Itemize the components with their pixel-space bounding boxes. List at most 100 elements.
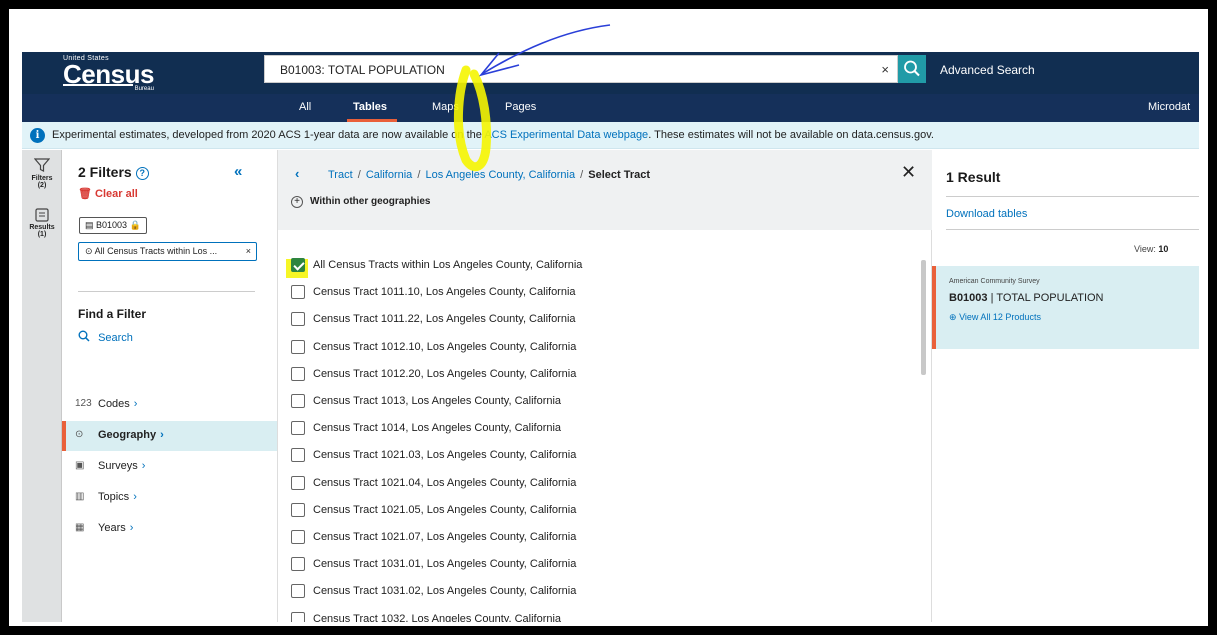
results-divider (946, 229, 1199, 230)
breadcrumb-la-county[interactable]: Los Angeles County, California (425, 169, 575, 181)
tract-row[interactable]: Census Tract 1032, Los Angeles County, C… (291, 606, 911, 622)
search-button[interactable] (898, 55, 926, 83)
filter-item-surveys-label: Surveys (98, 460, 138, 472)
breadcrumb-sep: / (354, 169, 364, 181)
scrollbar[interactable] (921, 260, 926, 375)
within-other-geographies[interactable]: + Within other geographies (291, 196, 430, 208)
filter-item-topics[interactable]: ▥ Topics › (62, 483, 277, 513)
rail-results[interactable]: Results (1) (22, 208, 62, 238)
filter-item-codes-label-wrap: Codes › (98, 398, 137, 410)
tab-all[interactable]: All (299, 101, 311, 113)
tab-pages[interactable]: Pages (505, 101, 536, 113)
tract-row[interactable]: Census Tract 1013, Los Angeles County, C… (291, 388, 911, 415)
remove-chip-icon[interactable]: × (246, 243, 251, 260)
rail-filters-count: (2) (37, 182, 47, 189)
logo-bureau: Bureau (134, 86, 154, 92)
clear-all-label: Clear all (95, 188, 138, 200)
tab-microdata[interactable]: Microdat (1148, 101, 1190, 113)
filters-panel: 2 Filters? « 🗑 Clear all ▤ B01003 🔒 ⊙ Al… (62, 150, 278, 622)
breadcrumb-california[interactable]: California (366, 169, 412, 181)
tract-panel: ‹ Tract / California / Los Angeles Count… (278, 150, 932, 622)
tract-checkbox[interactable] (291, 394, 305, 408)
table-icon: ▤ (85, 220, 94, 230)
result-title[interactable]: B01003 | TOTAL POPULATION (949, 292, 1104, 304)
chevron-right-icon: › (160, 429, 164, 441)
search-icon (78, 330, 90, 342)
rail-filters[interactable]: Filters (2) (22, 158, 62, 189)
info-icon: i (30, 128, 45, 143)
filter-item-geography[interactable]: ⊙ Geography › (62, 421, 277, 451)
tract-row[interactable]: Census Tract 1021.05, Los Angeles County… (291, 497, 911, 524)
tract-checkbox[interactable] (291, 530, 305, 544)
back-chevron-icon[interactable]: ‹ (295, 166, 299, 181)
tract-checkbox[interactable] (291, 258, 305, 272)
tract-label: Census Tract 1012.10, Los Angeles County… (313, 340, 577, 353)
logo-census: Census (63, 59, 154, 89)
tract-checkbox[interactable] (291, 611, 305, 622)
filter-item-codes[interactable]: 123 Codes › (62, 390, 277, 420)
screenshot-frame: United States Census Bureau B01003: TOTA… (9, 9, 1208, 626)
clear-all-button[interactable]: 🗑 Clear all (78, 187, 138, 200)
tract-row[interactable]: Census Tract 1021.03, Los Angeles County… (291, 442, 911, 469)
tract-checkbox[interactable] (291, 502, 305, 517)
tab-tables[interactable]: Tables (353, 101, 387, 113)
tract-row[interactable]: Census Tract 1011.10, Los Angeles County… (291, 279, 911, 306)
help-icon[interactable]: ? (135, 167, 149, 180)
filter-item-topics-label: Topics (98, 491, 130, 503)
chevron-right-icon: › (129, 522, 134, 534)
filter-item-surveys[interactable]: ▣ Surveys › (62, 452, 277, 482)
breadcrumb-sep: / (414, 169, 424, 181)
clear-search-icon[interactable]: × (881, 62, 889, 77)
top-strip (22, 22, 1199, 52)
banner-text-before: Experimental estimates, developed from 2… (52, 129, 485, 141)
map-pin-icon: ⊙ (75, 429, 84, 440)
find-filter-title: Find a Filter (78, 307, 147, 321)
tract-checkbox[interactable] (291, 557, 305, 572)
collapse-panel-icon[interactable]: « (234, 163, 242, 180)
results-panel: 1 Result Download tables View: 10 Americ… (932, 150, 1199, 622)
filter-item-years-label: Years (98, 522, 126, 534)
tract-row[interactable]: Census Tract 1011.22, Los Angeles County… (291, 306, 911, 333)
search-input[interactable]: B01003: TOTAL POPULATION × (264, 55, 898, 83)
result-card[interactable]: American Community Survey B01003 | TOTAL… (932, 266, 1199, 349)
tract-row[interactable]: Census Tract 1021.04, Los Angeles County… (291, 470, 911, 497)
view-products-link[interactable]: ⊕ View All 12 Products (949, 312, 1041, 323)
tract-checkbox[interactable] (291, 448, 305, 463)
tract-row[interactable]: Census Tract 1021.07, Los Angeles County… (291, 524, 911, 551)
nav-tabs: All Tables Maps Pages Microdat (22, 94, 1199, 122)
tract-checkbox[interactable] (291, 366, 305, 381)
tract-row[interactable]: All Census Tracts within Los Angeles Cou… (291, 252, 911, 279)
download-tables-link[interactable]: Download tables (946, 208, 1027, 220)
banner-text: Experimental estimates, developed from 2… (52, 129, 934, 141)
tract-row[interactable]: Census Tract 1031.02, Los Angeles County… (291, 578, 911, 605)
filter-item-years[interactable]: ▦ Years › (62, 514, 277, 544)
tract-checkbox[interactable] (291, 421, 305, 436)
breadcrumb-tract[interactable]: Tract (328, 169, 353, 181)
tract-checkbox[interactable] (291, 312, 305, 327)
left-rail: Filters (2) Results (1) (22, 150, 62, 622)
acs-experimental-link[interactable]: ACS Experimental Data webpage (484, 129, 648, 141)
tract-row[interactable]: Census Tract 1031.01, Los Angeles County… (291, 551, 911, 578)
tract-checkbox[interactable] (291, 285, 305, 300)
advanced-search-link[interactable]: Advanced Search (940, 63, 1035, 77)
screenshot-border: United States Census Bureau B01003: TOTA… (0, 0, 1217, 635)
filters-title-text: 2 Filters (78, 164, 132, 180)
tract-label: Census Tract 1031.01, Los Angeles County… (313, 558, 577, 571)
tract-row[interactable]: Census Tract 1012.20, Los Angeles County… (291, 361, 911, 388)
chevron-right-icon: › (141, 460, 146, 472)
tab-maps[interactable]: Maps (432, 101, 459, 113)
rail-results-count: (1) (37, 231, 47, 238)
tract-row[interactable]: Census Tract 1012.10, Los Angeles County… (291, 334, 911, 361)
tract-checkbox[interactable] (291, 584, 305, 599)
tract-checkbox[interactable] (291, 475, 305, 490)
find-filter-search[interactable]: Search (78, 330, 133, 344)
tract-label: Census Tract 1012.20, Los Angeles County… (313, 367, 577, 380)
close-icon[interactable]: ✕ (901, 162, 916, 183)
view-count-selector[interactable]: View: 10 (1134, 244, 1168, 254)
tract-row[interactable]: Census Tract 1014, Los Angeles County, C… (291, 415, 911, 442)
tract-checkbox[interactable] (291, 339, 305, 354)
tract-label: Census Tract 1021.07, Los Angeles County… (313, 531, 577, 543)
filter-chip-geography[interactable]: ⊙ All Census Tracts within Los ... × (78, 242, 257, 261)
filter-chip-table[interactable]: ▤ B01003 🔒 (79, 217, 147, 234)
census-logo[interactable]: United States Census Bureau (63, 55, 154, 92)
